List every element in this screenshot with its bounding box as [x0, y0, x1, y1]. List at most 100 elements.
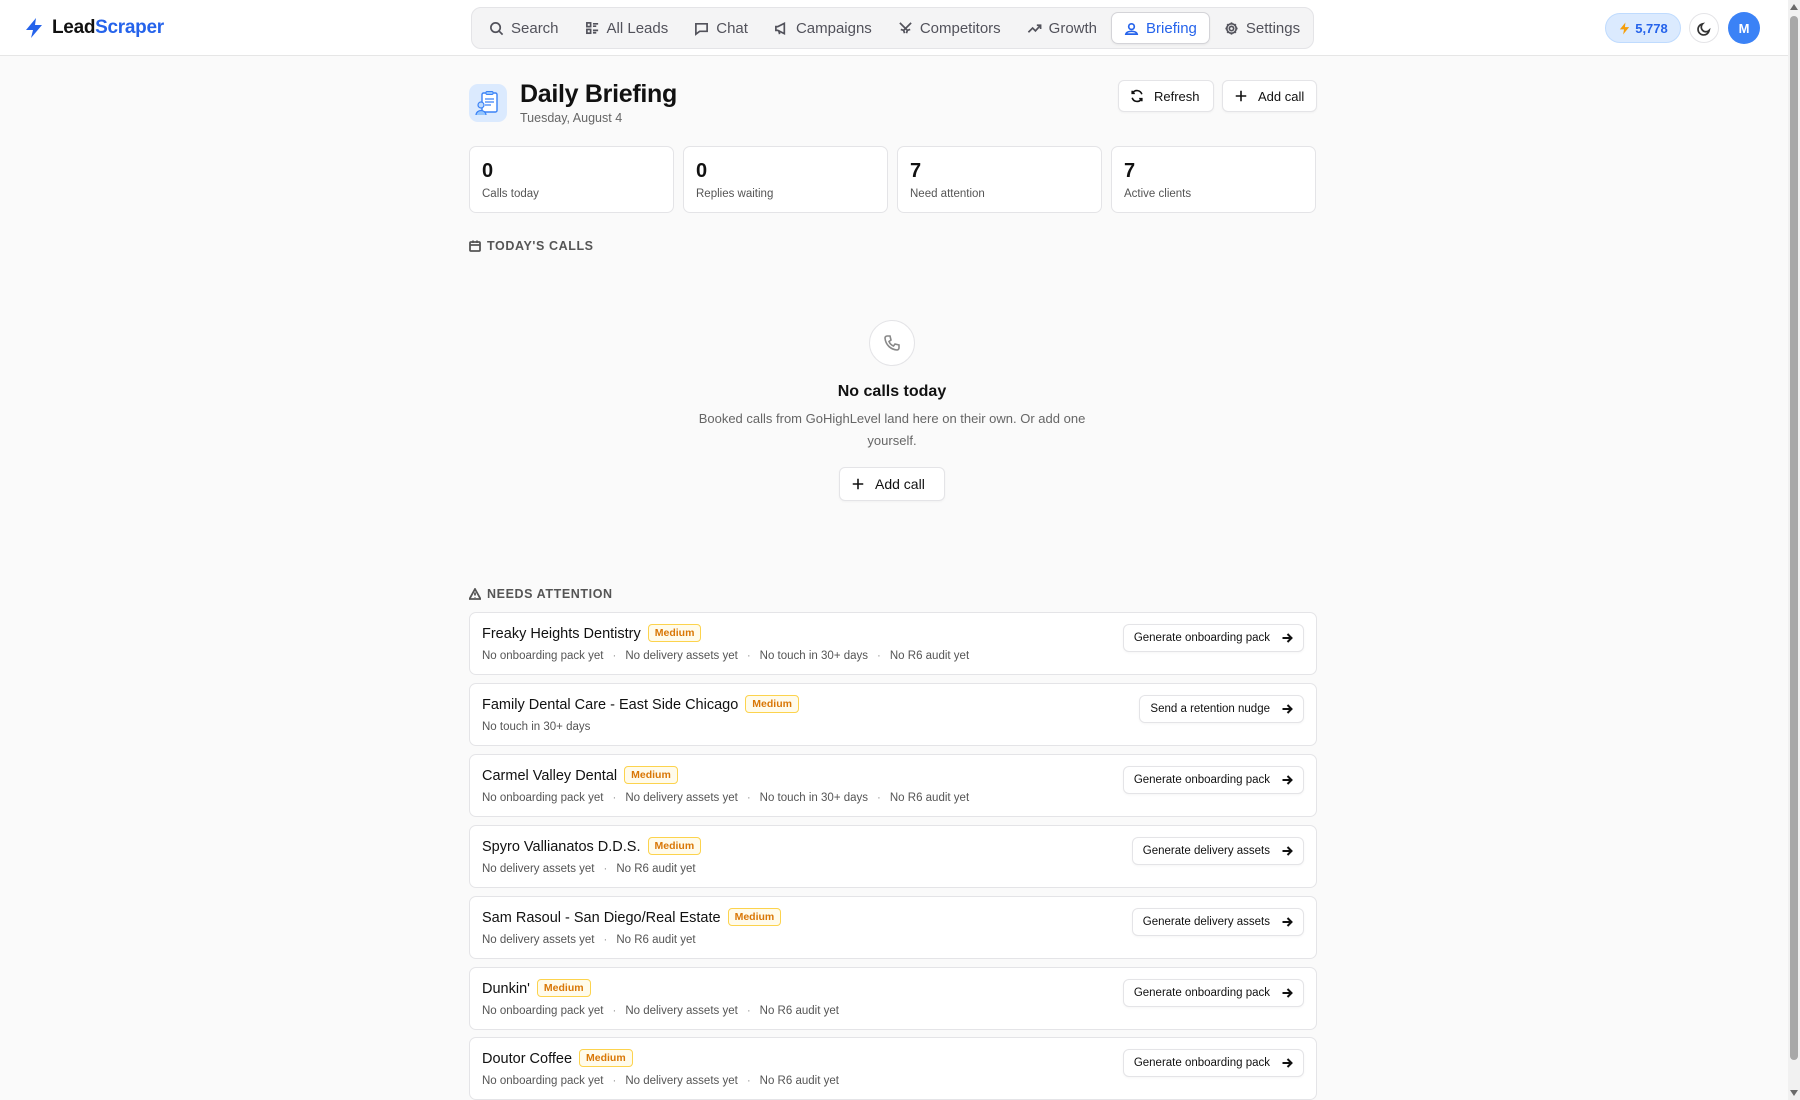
attention-card[interactable]: Spyro Vallianatos D.D.S. Medium No delive… [469, 825, 1317, 888]
phone-icon [869, 320, 915, 366]
card-action-label: Generate onboarding pack [1133, 632, 1270, 644]
card-action-button[interactable]: Send a retention nudge [1139, 695, 1304, 723]
issue-item: No R6 audit yet [595, 934, 695, 946]
issue-item: No onboarding pack yet [482, 792, 604, 804]
page-date: Tuesday, August 4 [520, 111, 623, 125]
nav-label: Competitors [919, 19, 1001, 37]
add-call-label: Add call [1258, 88, 1305, 104]
avatar[interactable]: M [1728, 12, 1760, 44]
trending-up-icon [1027, 23, 1042, 33]
issue-item: No delivery assets yet [482, 863, 595, 875]
priority-badge: Medium [579, 1049, 633, 1067]
stat-active-clients: 7 Active clients [1111, 146, 1316, 213]
issue-item: No onboarding pack yet [482, 650, 604, 662]
card-action-button[interactable]: Generate onboarding pack [1122, 979, 1304, 1007]
card-action-button[interactable]: Generate onboarding pack [1122, 624, 1304, 652]
nav-item-chat[interactable]: Chat [682, 12, 760, 44]
priority-badge: Medium [727, 908, 782, 926]
card-action-label: Generate onboarding pack [1133, 987, 1270, 999]
credits-count: 5,778 [1635, 20, 1668, 36]
gear-icon [1225, 21, 1238, 35]
warning-icon [469, 588, 481, 600]
scroll-thumb[interactable] [1790, 16, 1798, 1060]
priority-badge: Medium [647, 624, 702, 642]
arrow-right-icon [1282, 704, 1293, 714]
empty-state-description: Booked calls from GoHighLevel land here … [698, 411, 1086, 448]
attention-card[interactable]: Carmel Valley Dental Medium No onboarding… [469, 754, 1317, 817]
issue-item: No R6 audit yet [868, 792, 969, 804]
refresh-label: Refresh [1154, 88, 1200, 104]
card-action-button[interactable]: Generate delivery assets [1131, 908, 1304, 936]
nav-item-campaigns[interactable]: Campaigns [762, 12, 884, 44]
client-name: Spyro Vallianatos D.D.S. [482, 839, 641, 855]
issue-item: No delivery assets yet [603, 792, 738, 804]
attention-card[interactable]: Dunkin' Medium No onboarding pack yet No … [469, 967, 1317, 1030]
app-logo[interactable]: LeadScraper [24, 16, 164, 40]
nav-item-settings[interactable]: Settings [1212, 12, 1312, 44]
attention-card[interactable]: Sam Rasoul - San Diego/Real Estate Medium… [469, 896, 1317, 959]
card-action-label: Generate onboarding pack [1133, 1057, 1270, 1069]
attention-card[interactable]: Doutor Coffee Medium No onboarding pack y… [469, 1037, 1317, 1100]
client-name: Sam Rasoul - San Diego/Real Estate [482, 910, 721, 926]
stat-replies-waiting: 0 Replies waiting [683, 146, 888, 213]
logo-text-lead: Lead [52, 17, 96, 38]
issue-item: No touch in 30+ days [738, 792, 868, 804]
issue-item: No R6 audit yet [868, 650, 969, 662]
theme-toggle-button[interactable] [1689, 13, 1719, 43]
refresh-button[interactable]: Refresh [1118, 80, 1214, 112]
refresh-icon [1131, 89, 1143, 103]
client-name: Freaky Heights Dentistry [482, 626, 641, 642]
arrow-right-icon [1282, 846, 1293, 856]
issue-list: No onboarding pack yet No delivery asset… [482, 1005, 839, 1017]
issue-list: No onboarding pack yet No delivery asset… [482, 792, 969, 804]
nav-label: Campaigns [795, 19, 872, 37]
bolt-icon [26, 18, 42, 38]
client-name: Family Dental Care - East Side Chicago [482, 697, 739, 713]
plus-icon [1235, 90, 1247, 102]
page-title: Daily Briefing [520, 80, 677, 108]
arrow-right-icon [1282, 988, 1293, 998]
issue-list: No onboarding pack yet No delivery asset… [482, 650, 969, 662]
nav-label: Settings [1245, 19, 1301, 37]
nav-item-all-leads[interactable]: All Leads [573, 12, 681, 44]
card-action-button[interactable]: Generate onboarding pack [1122, 766, 1304, 794]
stat-value: 7 [1124, 160, 1136, 182]
nav-label: Briefing [1146, 19, 1197, 37]
scroll-up-arrow[interactable] [1790, 4, 1798, 10]
attention-card[interactable]: Freaky Heights Dentistry Medium No onboar… [469, 612, 1317, 675]
top-bar: LeadScraper Search All Leads Chat Campai… [0, 0, 1788, 56]
nav-item-briefing[interactable]: Briefing [1111, 12, 1210, 44]
nav-label: Chat [716, 19, 748, 37]
client-name: Dunkin' [482, 981, 530, 997]
stat-label: Active clients [1124, 188, 1192, 200]
nav-item-growth[interactable]: Growth [1015, 12, 1109, 44]
scroll-down-arrow[interactable] [1790, 1090, 1798, 1096]
add-call-button[interactable]: Add call [1222, 80, 1317, 112]
attention-card[interactable]: Family Dental Care - East Side Chicago Me… [469, 683, 1317, 746]
card-action-label: Generate onboarding pack [1133, 774, 1270, 786]
todays-calls-heading: TODAY'S CALLS [469, 239, 594, 253]
swords-icon [899, 21, 912, 33]
issue-item: No delivery assets yet [603, 650, 738, 662]
priority-badge: Medium [624, 766, 678, 784]
credits-badge[interactable]: 5,778 [1605, 13, 1681, 43]
nav-label: Search [511, 19, 559, 37]
card-action-button[interactable]: Generate delivery assets [1131, 837, 1304, 865]
calendar-icon [469, 240, 481, 252]
add-call-empty-button[interactable]: Add call [839, 467, 945, 501]
search-icon [490, 21, 504, 35]
megaphone-icon [774, 21, 786, 35]
stat-value: 0 [696, 160, 708, 182]
issue-list: No delivery assets yet No R6 audit yet [482, 863, 696, 875]
stat-label: Need attention [910, 188, 985, 200]
empty-state-title: No calls today [837, 383, 947, 400]
nav-item-competitors[interactable]: Competitors [886, 12, 1013, 44]
issue-item: No R6 audit yet [738, 1075, 839, 1087]
card-action-button[interactable]: Generate onboarding pack [1122, 1049, 1304, 1077]
nav-item-search[interactable]: Search [477, 12, 571, 44]
issue-list: No touch in 30+ days [482, 721, 590, 733]
needs-attention-heading: NEEDS ATTENTION [469, 587, 613, 601]
issue-item: No delivery assets yet [603, 1005, 738, 1017]
scrollbar[interactable] [1788, 0, 1800, 1100]
logo-text-scraper: Scraper [95, 17, 164, 38]
